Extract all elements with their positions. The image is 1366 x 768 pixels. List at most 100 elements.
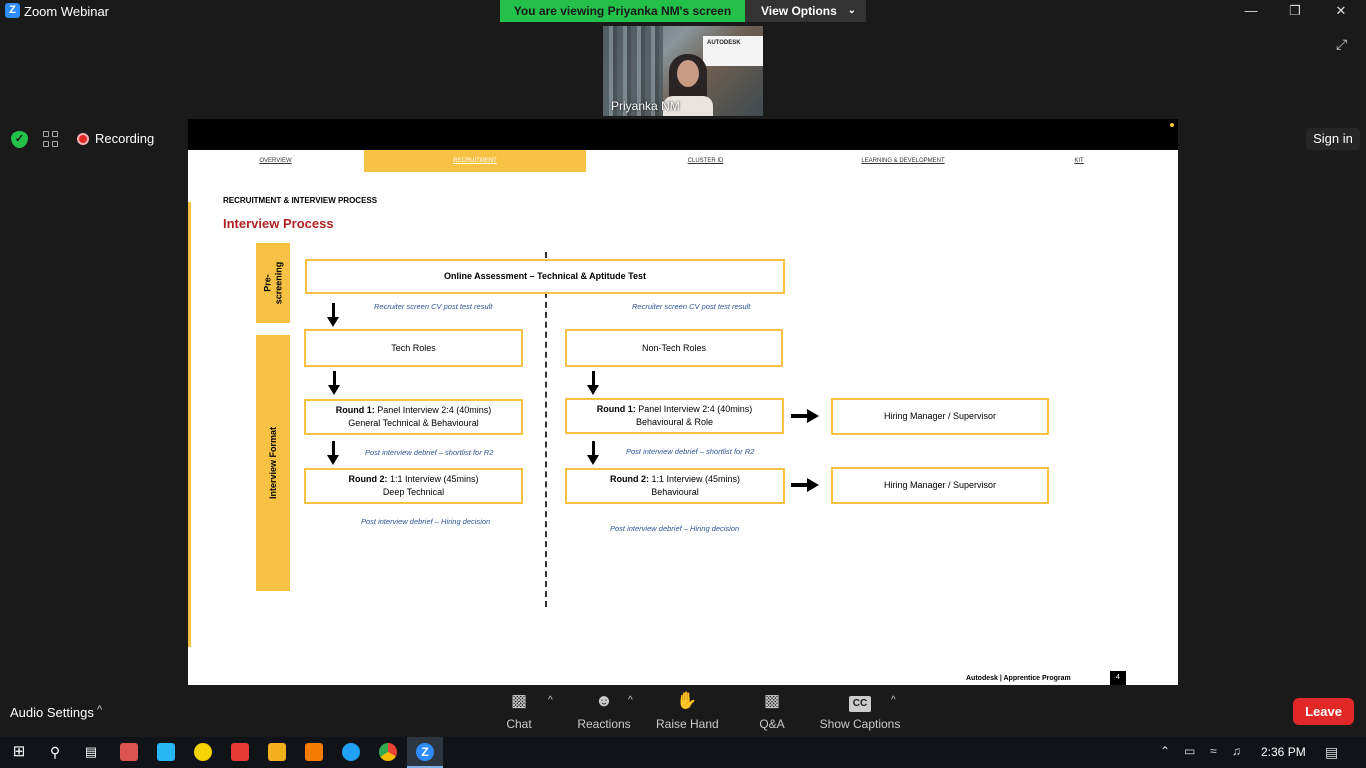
nontech-round1-bold: Round 1: xyxy=(596,404,636,414)
wifi-icon[interactable]: ≈ xyxy=(1210,744,1217,758)
taskbar-clock[interactable]: 2:36 PM xyxy=(1261,745,1306,759)
prescreening-label: Pre- screening xyxy=(256,243,290,323)
nontech-roles-box: Non-Tech Roles xyxy=(565,329,783,367)
arrow-right-icon xyxy=(791,409,819,423)
hand-icon: ✋ xyxy=(676,691,698,710)
closed-captions-icon: CC xyxy=(818,690,902,712)
snapchat-icon[interactable] xyxy=(194,743,212,761)
tech-hiring-decision-note: Post interview debrief – Hiring decision xyxy=(361,517,491,526)
gallery-grid-icon[interactable] xyxy=(43,131,59,147)
slide-dot xyxy=(1170,123,1174,127)
recruiter-note-right: Recruiter screen CV post test result xyxy=(632,302,751,311)
chrome-browser-icon[interactable] xyxy=(379,743,397,761)
online-assessment-box: Online Assessment – Technical & Aptitude… xyxy=(305,259,785,294)
show-captions-label: Show Captions xyxy=(819,717,901,731)
recording-label: Recording xyxy=(95,131,155,146)
zoom-logo-icon: Z xyxy=(5,3,20,18)
slide-top-band xyxy=(188,119,1178,150)
raise-hand-button[interactable]: ✋ Raise Hand xyxy=(656,690,719,734)
participant-name: Priyanka NM xyxy=(611,99,680,113)
nontech-hiring-decision-note: Post interview debrief – Hiring decision xyxy=(610,524,740,533)
search-icon[interactable]: ⚲ xyxy=(46,743,64,761)
tech-nontech-divider xyxy=(545,252,547,607)
battery-icon[interactable]: ▭ xyxy=(1184,744,1195,758)
file-explorer-icon[interactable] xyxy=(268,743,286,761)
online-assessment-text: Online Assessment – Technical & Aptitude… xyxy=(443,271,647,281)
slide-tab-recruitment: RECRUITMENT xyxy=(364,150,586,172)
tech-round1-line2: General Technical & Behavioural xyxy=(348,418,479,428)
tech-round2-bold: Round 2: xyxy=(348,474,388,484)
viewing-banner: You are viewing Priyanka NM's screen xyxy=(500,0,745,22)
minimize-button[interactable]: — xyxy=(1228,0,1274,23)
hiring-manager-box-1: Hiring Manager / Supervisor xyxy=(831,398,1049,435)
audio-settings-button[interactable]: Audio Settings xyxy=(10,705,94,720)
arrow-down-icon xyxy=(327,303,339,327)
volume-icon[interactable]: ♫ xyxy=(1232,744,1241,758)
smiley-plus-icon: ☻ xyxy=(595,691,613,710)
nontech-round2-text: 1:1 Interview (45mins) xyxy=(648,474,741,484)
slide-tab-kit: KIT xyxy=(1074,158,1084,164)
interview-format-text: Interview Format xyxy=(268,426,278,500)
participant-video-tile[interactable]: AUTODESK Priyanka NM xyxy=(603,26,763,116)
app-icon[interactable] xyxy=(157,743,175,761)
cc-badge: CC xyxy=(848,696,872,712)
tech-round1-box: Round 1: Panel Interview 2:4 (40mins) Ge… xyxy=(304,399,523,435)
chevron-down-icon: ⌄ xyxy=(847,5,856,16)
fullscreen-expand-icon[interactable]: ⤢ xyxy=(1336,36,1352,52)
reactions-button[interactable]: ☻ Reactions xyxy=(576,690,632,734)
slide-heading: Interview Process xyxy=(223,216,334,231)
interview-format-label: Interview Format xyxy=(256,335,290,591)
sign-in-button[interactable]: Sign in xyxy=(1306,128,1360,150)
restore-button[interactable]: ❐ xyxy=(1272,0,1318,23)
captions-caret-icon[interactable]: ^ xyxy=(891,695,896,706)
chat-bubble-icon: ▩ xyxy=(510,691,528,710)
recording-icon xyxy=(77,133,89,145)
slide-tab-learning-development: LEARNING & DEVELOPMENT xyxy=(861,158,945,164)
tray-chevron-up-icon[interactable]: ⌃ xyxy=(1160,744,1170,758)
arrow-down-icon xyxy=(328,371,340,395)
chat-button[interactable]: ▩ Chat xyxy=(498,690,540,734)
task-view-icon[interactable]: ▤ xyxy=(82,743,100,761)
raise-hand-label: Raise Hand xyxy=(656,717,719,731)
prescreening-text: Pre- screening xyxy=(262,261,283,305)
video-brand-text: AUTODESK xyxy=(707,40,741,46)
view-options-label: View Options xyxy=(761,4,837,18)
tech-round2-text: 1:1 Interview (45mins) xyxy=(387,474,479,484)
reactions-label: Reactions xyxy=(577,717,631,731)
recruiter-note-left: Recruiter screen CV post test result xyxy=(374,302,493,311)
slide-footer: Autodesk | Apprentice Program xyxy=(966,675,1071,682)
window-title: Zoom Webinar xyxy=(24,4,110,19)
hiring-manager-box-2: Hiring Manager / Supervisor xyxy=(831,467,1049,504)
leave-button[interactable]: Leave xyxy=(1293,698,1354,725)
reactions-caret-icon[interactable]: ^ xyxy=(628,695,633,706)
show-captions-button[interactable]: CC Show Captions xyxy=(818,690,902,734)
shared-screen-slide: OVERVIEW RECRUITMENT CLUSTER ID LEARNING… xyxy=(188,119,1178,685)
arrow-down-icon xyxy=(587,371,599,395)
slide-page-number: 4 xyxy=(1110,671,1126,685)
nontech-round1-line2: Behavioural & Role xyxy=(635,417,714,427)
tech-shortlist-note: Post interview debrief – shortlist for R… xyxy=(365,448,494,457)
zoom-taskbar-icon[interactable]: Z xyxy=(416,743,434,761)
view-options-button[interactable]: View Options ⌄ xyxy=(745,0,866,22)
slide-section-title: RECRUITMENT & INTERVIEW PROCESS xyxy=(223,196,378,205)
close-button[interactable]: ✕ xyxy=(1318,0,1364,23)
nontech-round1-box: Round 1: Panel Interview 2:4 (40mins) Be… xyxy=(565,398,784,434)
slide-tab-overview: OVERVIEW xyxy=(259,158,292,164)
audio-settings-caret-icon[interactable]: ^ xyxy=(97,704,102,716)
chat-label: Chat xyxy=(506,717,532,731)
nontech-round2-box: Round 2: 1:1 Interview (45mins) Behaviou… xyxy=(565,468,785,504)
paint-app-icon[interactable] xyxy=(120,743,138,761)
edge-browser-icon[interactable] xyxy=(342,743,360,761)
security-shield-icon[interactable]: ✓ xyxy=(11,131,28,148)
sublime-text-icon[interactable] xyxy=(305,743,323,761)
qa-button[interactable]: ▩ Q&A xyxy=(752,690,792,734)
app-icon-red[interactable] xyxy=(231,743,249,761)
arrow-down-icon xyxy=(327,441,339,465)
action-center-icon[interactable]: ▤ xyxy=(1325,744,1338,761)
qa-label: Q&A xyxy=(759,717,785,731)
chat-caret-icon[interactable]: ^ xyxy=(548,695,553,706)
nontech-round1-text: Panel Interview 2:4 (40mins) xyxy=(635,404,753,414)
arrow-right-icon xyxy=(791,478,819,492)
hiring-manager-text-1: Hiring Manager / Supervisor xyxy=(883,411,997,421)
windows-start-icon[interactable]: ⊞ xyxy=(10,743,28,761)
